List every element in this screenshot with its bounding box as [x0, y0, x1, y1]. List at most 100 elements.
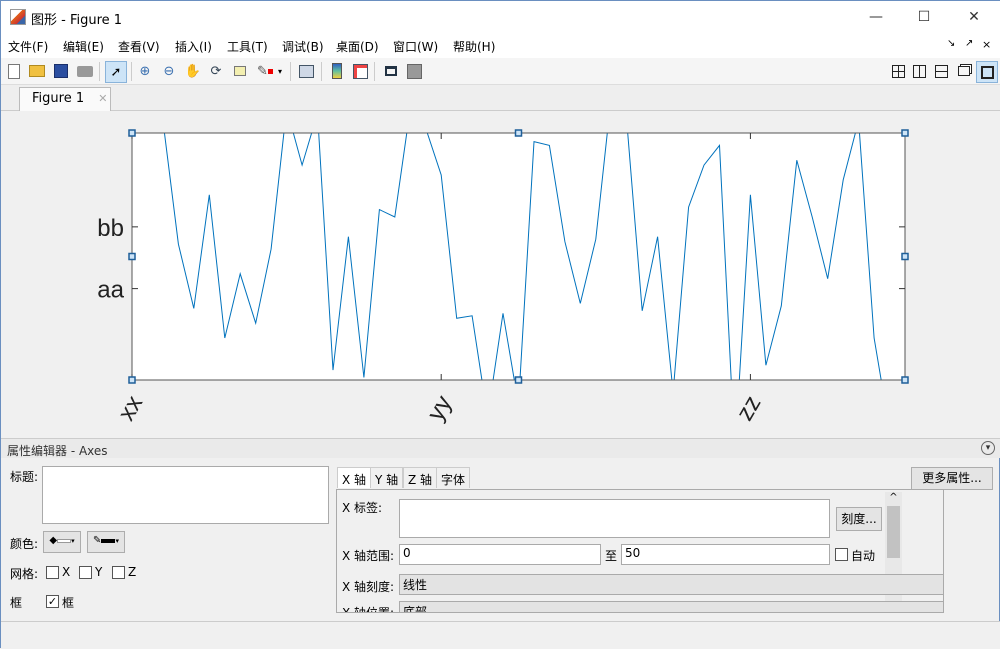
menu-edit[interactable]: 编辑(E)	[63, 38, 104, 55]
plot-area	[132, 133, 905, 380]
figure-tab-strip	[1, 85, 1000, 111]
tab-x-axis[interactable]: X 轴	[337, 467, 372, 488]
menu-insert[interactable]: 插入(I)	[175, 38, 212, 55]
split-columns-icon[interactable]	[909, 61, 929, 81]
grid-y-checkbox[interactable]	[79, 566, 92, 579]
menu-window[interactable]: 窗口(W)	[393, 38, 438, 55]
menu-view[interactable]: 查看(V)	[118, 38, 160, 55]
title-input[interactable]	[42, 466, 329, 524]
color-label: 颜色:	[10, 537, 39, 551]
title-bar: 图形 - Figure 1 — ☐ ✕	[1, 1, 1000, 33]
link-plot-icon[interactable]	[296, 61, 316, 81]
x-axis-panel: X 标签: 刻度... ^ X 轴范围: 0 至 50 自动 X 轴刻度: 线性…	[336, 489, 944, 613]
more-properties-button[interactable]: 更多属性...	[911, 467, 993, 490]
x-tick-label: xx	[113, 391, 148, 425]
edit-plot-pointer-icon[interactable]: ➚	[105, 61, 127, 83]
x-label-input[interactable]	[399, 499, 830, 538]
tab-y-axis[interactable]: Y 轴	[370, 467, 404, 488]
property-editor-title: 属性编辑器 - Axes	[7, 444, 108, 458]
x-scale-label: X 轴刻度:	[342, 580, 395, 594]
print-icon[interactable]	[75, 61, 95, 81]
split-rows-icon[interactable]	[931, 61, 951, 81]
grid-2x2-icon[interactable]	[888, 61, 908, 81]
grid-z-checkbox[interactable]	[112, 566, 125, 579]
menu-help[interactable]: 帮助(H)	[453, 38, 495, 55]
title-label: 标题:	[10, 470, 39, 484]
grid-x-checkbox[interactable]	[46, 566, 59, 579]
resize-handle[interactable]	[901, 376, 909, 384]
x-location-label: X 轴位置:	[342, 606, 395, 613]
y-tick-label: bb	[97, 215, 124, 242]
menu-debug[interactable]: 调试(B)	[282, 38, 324, 55]
axes[interactable]: xx yy zz aa bb	[2, 111, 1000, 438]
box-checkbox[interactable]: ✓	[46, 595, 59, 608]
x-label-label: X 标签:	[342, 501, 383, 515]
x-max-input[interactable]: 50	[621, 544, 830, 565]
close-figure-icon[interactable]: ×	[982, 38, 991, 51]
resize-handle[interactable]	[514, 129, 523, 137]
x-location-select[interactable]: 底部	[399, 601, 943, 612]
box-check-label: 框	[62, 596, 75, 610]
status-bar	[1, 621, 1000, 649]
scrollbar-thumb[interactable]	[887, 506, 900, 558]
auto-checkbox[interactable]	[835, 548, 848, 561]
paint-bucket-icon: ◆	[49, 535, 58, 546]
legend-icon[interactable]	[350, 61, 370, 81]
resize-handle[interactable]	[128, 376, 136, 384]
y-tick-label: aa	[97, 277, 124, 304]
resize-handle[interactable]	[128, 252, 136, 261]
zoom-out-icon[interactable]: ⊖	[159, 61, 179, 81]
x-tick-label: zz	[731, 391, 766, 425]
collapse-icon[interactable]: ▾	[981, 441, 995, 455]
rotate-3d-icon[interactable]: ⟳	[206, 61, 226, 81]
menu-file[interactable]: 文件(F)	[8, 38, 48, 55]
float-icon[interactable]	[954, 61, 974, 81]
tab-close-icon[interactable]: ✕	[98, 92, 107, 105]
x-scale-select[interactable]: 线性	[399, 574, 943, 595]
pan-icon[interactable]: ✋	[183, 61, 203, 81]
tab-figure-1[interactable]: Figure 1 ✕	[19, 87, 111, 111]
figure-canvas: xx yy zz aa bb	[2, 111, 1000, 438]
close-button[interactable]: ✕	[951, 1, 997, 33]
grid-label: 网格:	[10, 567, 39, 581]
tab-z-axis[interactable]: Z 轴	[403, 467, 438, 488]
hide-plot-tools-icon[interactable]	[381, 61, 401, 81]
dock-arrow-icon[interactable]: ↗	[965, 38, 973, 49]
grid-z-label: Z	[128, 565, 137, 579]
face-color-button[interactable]: ◆ ▾	[43, 531, 81, 553]
grid-y-label: Y	[95, 565, 103, 579]
maximize-button[interactable]: ☐	[901, 1, 947, 33]
open-folder-icon[interactable]	[27, 61, 47, 81]
toolbar: ➚ ⊕ ⊖ ✋ ⟳ ✎ ▾	[1, 58, 1000, 85]
property-editor-header: 属性编辑器 - Axes ▾	[1, 438, 1000, 458]
menu-tools[interactable]: 工具(T)	[227, 38, 268, 55]
to-label: 至	[605, 549, 618, 563]
x-tick-label: yy	[422, 391, 457, 425]
dock-icon[interactable]	[976, 61, 998, 83]
tab-font[interactable]: 字体	[436, 467, 471, 488]
resize-handle[interactable]	[514, 376, 523, 384]
colorbar-icon[interactable]	[327, 61, 347, 81]
matlab-logo-icon	[10, 9, 26, 25]
resize-handle[interactable]	[128, 129, 136, 137]
minimize-button[interactable]: —	[853, 1, 899, 33]
show-plot-tools-icon[interactable]	[404, 61, 424, 81]
edge-color-button[interactable]: ✎ ▾	[87, 531, 125, 553]
x-min-input[interactable]: 0	[399, 544, 601, 565]
resize-handle[interactable]	[901, 129, 909, 137]
data-cursor-icon[interactable]	[230, 61, 250, 81]
menu-bar: 文件(F) 编辑(E) 查看(V) 插入(I) 工具(T) 调试(B) 桌面(D…	[1, 33, 1000, 58]
resize-handle[interactable]	[901, 252, 909, 261]
ticks-button[interactable]: 刻度...	[836, 507, 882, 531]
scroll-up-icon[interactable]: ^	[885, 492, 902, 503]
undock-icon[interactable]: ↘	[947, 38, 955, 49]
x-range-label: X 轴范围:	[342, 549, 395, 563]
menu-desktop[interactable]: 桌面(D)	[336, 38, 379, 55]
grid-x-label: X	[62, 565, 71, 579]
zoom-in-icon[interactable]: ⊕	[135, 61, 155, 81]
brush-icon[interactable]: ✎	[255, 61, 275, 81]
save-icon[interactable]	[51, 61, 71, 81]
auto-label: 自动	[851, 549, 876, 563]
new-file-icon[interactable]	[4, 61, 24, 81]
brush-dropdown-icon[interactable]: ▾	[275, 61, 285, 81]
